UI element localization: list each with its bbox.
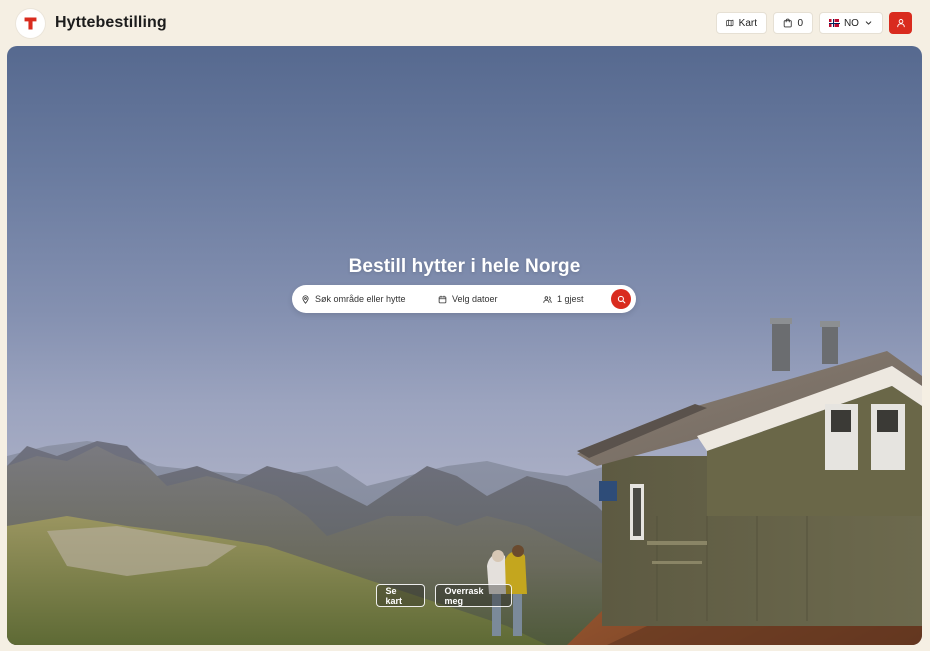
search-submit-button[interactable]: [611, 289, 631, 309]
site-header: Hyttebestilling Kart 0 NO: [0, 0, 930, 46]
brand[interactable]: Hyttebestilling: [16, 8, 167, 38]
norway-flag-icon: [829, 19, 840, 27]
language-selector[interactable]: NO: [819, 12, 883, 34]
language-label: NO: [843, 17, 859, 29]
cart-button[interactable]: 0: [773, 12, 813, 34]
see-map-button[interactable]: Se kart: [375, 584, 425, 607]
calendar-icon: [438, 295, 447, 303]
map-button-label: Kart: [738, 17, 757, 29]
hero-background-photo: [7, 318, 922, 645]
header-nav: Kart 0 NO: [716, 12, 912, 34]
search-guests-field[interactable]: 1 gjest: [543, 285, 611, 313]
search-guests-label: 1 gjest: [557, 294, 584, 304]
search-bar: Søk område eller hytte Velg datoer 1 gje…: [292, 285, 636, 313]
location-pin-icon: [302, 294, 309, 304]
user-account-button[interactable]: [889, 12, 912, 34]
shopping-bag-icon: [783, 18, 792, 28]
brand-title[interactable]: Hyttebestilling: [55, 14, 167, 32]
map-icon: [726, 19, 734, 27]
users-icon: [543, 295, 552, 303]
chevron-down-icon: [865, 21, 872, 25]
user-icon: [896, 19, 905, 28]
cart-count: 0: [797, 17, 803, 29]
search-icon: [617, 295, 625, 303]
map-button[interactable]: Kart: [716, 12, 767, 34]
cabin-illustration: [577, 318, 922, 626]
hero-section: Bestill hytter i hele Norge Søk område e…: [7, 46, 922, 645]
surprise-me-button[interactable]: Overrask meg: [434, 584, 512, 607]
dnt-t-logo-icon[interactable]: [16, 8, 45, 38]
search-dates-label: Velg datoer: [452, 294, 498, 304]
search-location-label: Søk område eller hytte: [315, 294, 406, 304]
search-location-field[interactable]: Søk område eller hytte: [301, 285, 438, 313]
hero-title: Bestill hytter i hele Norge: [348, 256, 581, 277]
hero-actions: Se kart Overrask meg: [7, 584, 922, 607]
search-dates-field[interactable]: Velg datoer: [438, 285, 543, 313]
